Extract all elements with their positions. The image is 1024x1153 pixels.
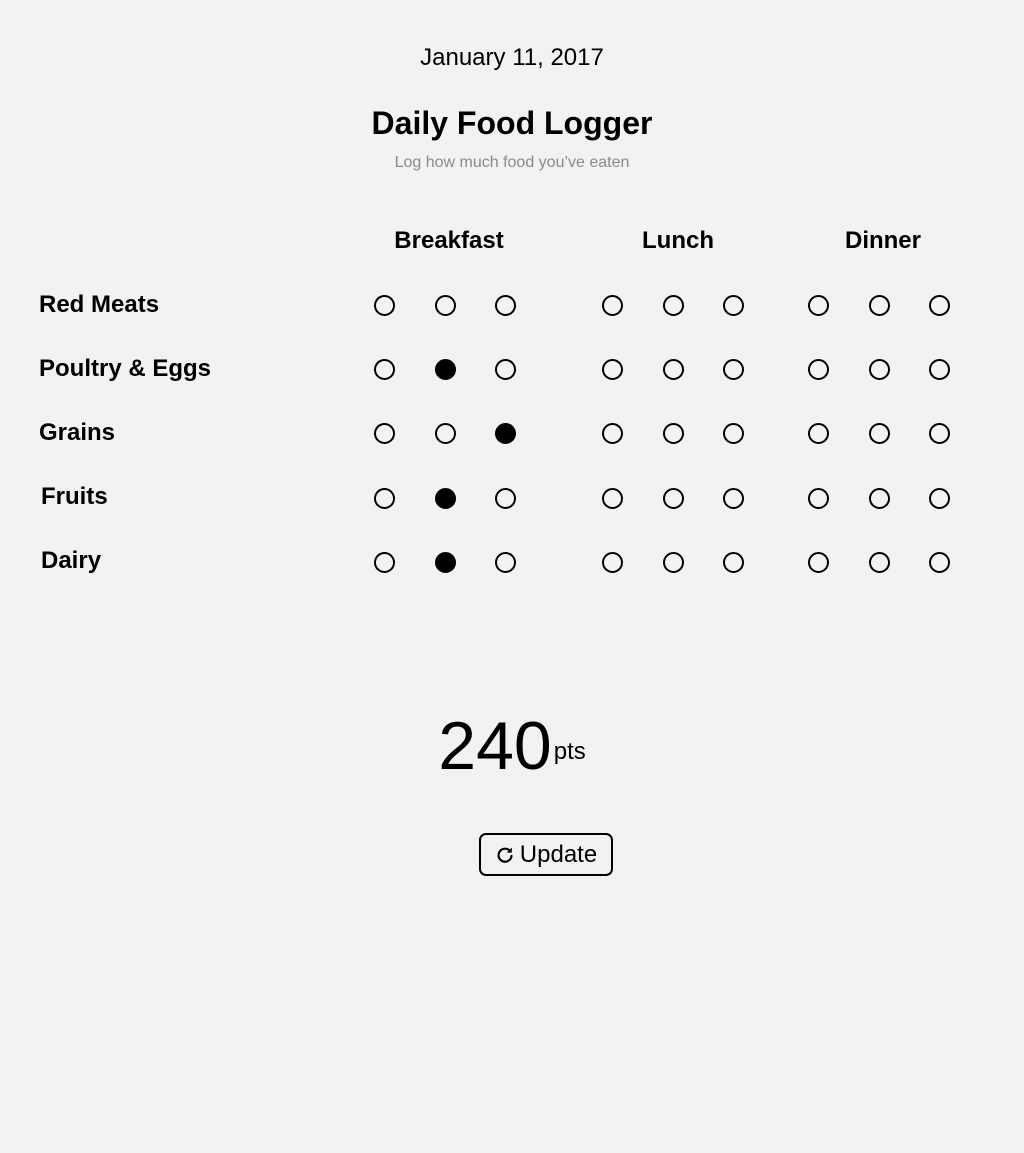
radio-poultry-eggs-breakfast-3[interactable]: [494, 358, 516, 380]
radio-red-meats-dinner-1[interactable]: [807, 294, 829, 316]
radio-poultry-eggs-breakfast-2[interactable]: [434, 358, 456, 380]
date: January 11, 2017: [420, 44, 604, 71]
radio-fruits-breakfast-2[interactable]: [434, 487, 456, 509]
radio-dairy-lunch-2[interactable]: [662, 551, 684, 573]
radio-dairy-breakfast-2[interactable]: [434, 551, 456, 573]
radio-dairy-dinner-2[interactable]: [868, 551, 890, 573]
radio-red-meats-dinner-3[interactable]: [928, 294, 950, 316]
radio-fruits-dinner-3[interactable]: [928, 487, 950, 509]
score-value: 240: [438, 708, 552, 784]
food-label-grains: Grains: [39, 419, 116, 446]
meal-header-breakfast: Breakfast: [394, 227, 504, 254]
food-label-red-meats: Red Meats: [39, 291, 160, 318]
radio-red-meats-breakfast-1[interactable]: [373, 294, 395, 316]
refresh-icon: [497, 847, 513, 863]
radio-poultry-eggs-dinner-1[interactable]: [807, 358, 829, 380]
food-label-fruits: Fruits: [41, 483, 108, 510]
radio-grains-dinner-3[interactable]: [928, 422, 950, 444]
score: 240pts: [0, 706, 1024, 805]
radio-poultry-eggs-lunch-2[interactable]: [662, 358, 684, 380]
radio-red-meats-breakfast-2[interactable]: [434, 294, 456, 316]
radio-grains-breakfast-3[interactable]: [494, 422, 516, 444]
radio-fruits-lunch-1[interactable]: [601, 487, 623, 509]
food-label-poultry-eggs: Poultry & Eggs: [39, 355, 212, 382]
radio-red-meats-lunch-3[interactable]: [722, 294, 744, 316]
radio-poultry-eggs-lunch-1[interactable]: [601, 358, 623, 380]
radio-dairy-breakfast-3[interactable]: [494, 551, 516, 573]
update-button-label: Update: [519, 840, 598, 868]
radio-poultry-eggs-dinner-3[interactable]: [928, 358, 950, 380]
radio-fruits-lunch-3[interactable]: [722, 487, 744, 509]
radio-poultry-eggs-dinner-2[interactable]: [868, 358, 890, 380]
radio-red-meats-breakfast-3[interactable]: [494, 294, 516, 316]
meal-header-dinner: Dinner: [844, 227, 921, 254]
radio-grains-dinner-1[interactable]: [807, 422, 829, 444]
page-title: Daily Food Logger: [371, 105, 653, 141]
page-subtitle: Log how much food you’ve eaten: [394, 154, 630, 171]
radio-dairy-lunch-1[interactable]: [601, 551, 623, 573]
radio-fruits-dinner-2[interactable]: [868, 487, 890, 509]
radio-dairy-dinner-3[interactable]: [928, 551, 950, 573]
food-label-dairy: Dairy: [41, 547, 102, 574]
radio-fruits-breakfast-1[interactable]: [373, 487, 395, 509]
radio-red-meats-lunch-2[interactable]: [662, 294, 684, 316]
radio-grains-lunch-3[interactable]: [722, 422, 744, 444]
radio-grains-breakfast-2[interactable]: [434, 422, 456, 444]
radio-grains-lunch-2[interactable]: [662, 422, 684, 444]
radio-dairy-breakfast-1[interactable]: [373, 551, 395, 573]
score-unit: pts: [553, 738, 586, 765]
radio-red-meats-lunch-1[interactable]: [601, 294, 623, 316]
radio-red-meats-dinner-2[interactable]: [868, 294, 890, 316]
radio-fruits-dinner-1[interactable]: [807, 487, 829, 509]
radio-fruits-lunch-2[interactable]: [662, 487, 684, 509]
radio-grains-dinner-2[interactable]: [868, 422, 890, 444]
radio-poultry-eggs-breakfast-1[interactable]: [373, 358, 395, 380]
radio-poultry-eggs-lunch-3[interactable]: [722, 358, 744, 380]
radio-fruits-breakfast-3[interactable]: [494, 487, 516, 509]
radio-grains-lunch-1[interactable]: [601, 422, 623, 444]
radio-grains-breakfast-1[interactable]: [373, 422, 395, 444]
radio-dairy-lunch-3[interactable]: [722, 551, 744, 573]
radio-dairy-dinner-1[interactable]: [807, 551, 829, 573]
meal-header-lunch: Lunch: [642, 227, 714, 254]
update-button[interactable]: Update: [479, 833, 613, 876]
